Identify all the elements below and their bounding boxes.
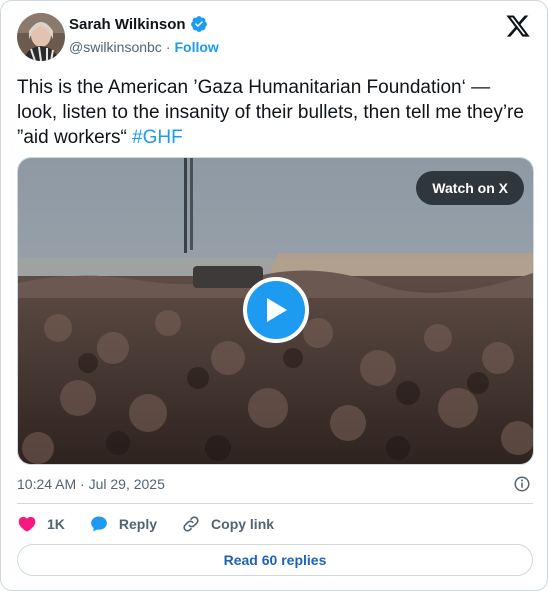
copy-link-button[interactable]: Copy link — [181, 514, 274, 534]
reply-bubble-icon — [90, 516, 107, 532]
read-replies-button[interactable]: Read 60 replies — [17, 544, 533, 576]
reply-label: Reply — [118, 516, 158, 532]
follow-link[interactable]: Follow — [174, 39, 218, 55]
video-player[interactable]: Watch on X — [17, 157, 534, 465]
like-count: 1K — [47, 516, 65, 532]
separator-dot: · — [165, 39, 171, 55]
timestamp[interactable]: 10:24 AM · Jul 29, 2025 — [17, 476, 165, 492]
link-icon — [183, 516, 199, 532]
x-logo-icon[interactable] — [505, 13, 531, 39]
timestamp-row: 10:24 AM · Jul 29, 2025 — [17, 475, 533, 495]
like-button[interactable]: 1K — [17, 514, 65, 534]
info-icon[interactable] — [513, 475, 531, 493]
verified-badge-icon — [190, 16, 207, 32]
reply-button[interactable]: Reply — [89, 514, 157, 534]
divider — [17, 503, 533, 504]
author-handle[interactable]: @swilkinsonbc — [69, 39, 162, 55]
play-button[interactable] — [243, 277, 309, 343]
tweet-card: Sarah Wilkinson @swilkinsonbc · Follow T… — [0, 0, 548, 591]
play-icon — [267, 298, 287, 322]
hashtag-link[interactable]: #GHF — [132, 127, 183, 148]
watch-on-x-button[interactable]: Watch on X — [416, 171, 524, 205]
copy-link-label: Copy link — [211, 516, 275, 532]
heart-icon — [18, 516, 36, 532]
action-bar: 1K Reply Copy link — [17, 513, 298, 535]
tweet-text: This is the American ’Gaza Humanitarian … — [17, 75, 529, 150]
tweet-body: This is the American ’Gaza Humanitarian … — [17, 77, 524, 148]
author-name[interactable]: Sarah Wilkinson — [69, 16, 186, 33]
author-handle-row: @swilkinsonbc · Follow — [69, 39, 219, 55]
avatar[interactable] — [17, 13, 65, 61]
author-name-row[interactable]: Sarah Wilkinson — [69, 15, 208, 33]
